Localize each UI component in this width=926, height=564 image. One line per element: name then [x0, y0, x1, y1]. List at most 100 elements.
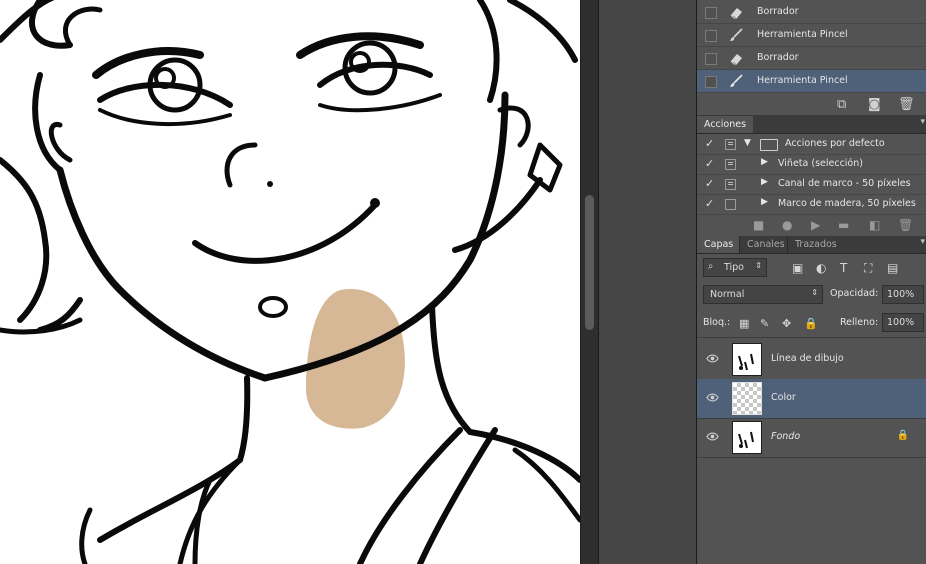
- dialog-toggle-icon[interactable]: [725, 159, 736, 170]
- check-icon[interactable]: ✓: [705, 197, 714, 210]
- visibility-eye-icon[interactable]: [706, 352, 719, 365]
- brush-icon: [730, 28, 743, 41]
- lock-position-icon[interactable]: ✥: [782, 317, 791, 330]
- workspace-gap: [598, 0, 696, 564]
- trash-icon[interactable]: 🗑: [898, 97, 915, 112]
- panels-dock: Borrador Herramienta Pincel Borrador Her…: [696, 0, 926, 564]
- visibility-eye-icon[interactable]: [706, 430, 719, 443]
- stepper-arrows-icon: ⇕: [811, 288, 818, 297]
- opacity-value: 100%: [887, 289, 915, 300]
- layer-thumbnail: [732, 382, 762, 415]
- new-document-from-state-icon[interactable]: ⧉: [837, 97, 846, 112]
- skin-color-fill: [306, 288, 405, 429]
- tab-capas[interactable]: Capas: [697, 236, 741, 253]
- history-snapshot-checkbox[interactable]: [705, 7, 717, 19]
- check-icon[interactable]: ✓: [705, 157, 714, 170]
- history-item[interactable]: Herramienta Pincel: [697, 24, 926, 47]
- play-icon[interactable]: ▶: [811, 218, 820, 232]
- drawing-illustration: [0, 0, 580, 564]
- visibility-eye-icon[interactable]: [706, 391, 719, 404]
- smart-object-filter-icon[interactable]: ▤: [887, 261, 898, 275]
- action-label: Canal de marco - 50 píxeles: [778, 178, 911, 189]
- fill-input[interactable]: 100%: [882, 313, 924, 332]
- lock-image-pixels-icon[interactable]: ✎: [760, 317, 769, 330]
- trash-icon[interactable]: 🗑: [898, 218, 913, 232]
- folder-icon: [760, 139, 778, 151]
- lock-transparent-pixels-icon[interactable]: ▦: [739, 317, 749, 330]
- blend-mode-select[interactable]: Normal ⇕: [703, 285, 823, 304]
- history-item[interactable]: Borrador: [697, 47, 926, 70]
- history-item[interactable]: Borrador: [697, 1, 926, 24]
- layer-thumbnail: [732, 421, 762, 454]
- lock-label: Bloq.:: [703, 317, 731, 328]
- layers-list: Línea de dibujo Color Fondo 🔒: [697, 337, 926, 458]
- history-item-label: Borrador: [757, 52, 799, 63]
- dialog-toggle-icon[interactable]: [725, 179, 736, 190]
- tab-trazados[interactable]: Trazados: [787, 236, 844, 253]
- eraser-icon: [730, 8, 742, 19]
- fill-label: Relleno:: [840, 317, 879, 328]
- history-footer: ⧉ ◙ 🗑: [697, 93, 926, 116]
- filter-kind-value: Tipo: [724, 262, 744, 273]
- lock-all-icon[interactable]: 🔒: [804, 317, 818, 330]
- action-row[interactable]: ✓ ▶ Canal de marco - 50 píxeles: [697, 174, 926, 195]
- type-layer-filter-icon[interactable]: T: [840, 261, 847, 275]
- actions-panel-header: Acciones ▾: [697, 116, 926, 134]
- camera-snapshot-icon[interactable]: ◙: [868, 97, 881, 112]
- check-icon[interactable]: ✓: [705, 137, 714, 150]
- tab-canales[interactable]: Canales: [739, 236, 792, 253]
- history-item-label: Herramienta Pincel: [757, 75, 848, 86]
- expand-triangle-icon[interactable]: ▼: [744, 138, 751, 148]
- action-row[interactable]: ✓ ▶ Viñeta (selección): [697, 154, 926, 175]
- search-icon: ⌕: [708, 261, 714, 272]
- pixel-layer-filter-icon[interactable]: ▣: [792, 261, 803, 275]
- eraser-icon: [730, 54, 742, 65]
- new-action-icon[interactable]: ◧: [869, 218, 880, 232]
- scrollbar-thumb[interactable]: [585, 195, 594, 330]
- layer-thumbnail: [732, 343, 762, 376]
- check-icon[interactable]: ✓: [705, 177, 714, 190]
- history-snapshot-checkbox[interactable]: [705, 76, 717, 88]
- layer-row[interactable]: Fondo 🔒: [697, 418, 926, 458]
- fill-value: 100%: [887, 317, 915, 328]
- action-label: Marco de madera, 50 píxeles: [778, 198, 916, 209]
- action-label: Viñeta (selección): [778, 158, 863, 169]
- layers-panel-header: Capas Canales Trazados ▾: [697, 236, 926, 254]
- panel-menu-icon[interactable]: ▾: [920, 117, 925, 127]
- layer-name: Color: [771, 392, 796, 403]
- layer-lock-icon: 🔒: [896, 430, 909, 441]
- opacity-input[interactable]: 100%: [882, 285, 924, 304]
- actions-footer: ■ ● ▶ ▬ ◧ 🗑: [697, 214, 926, 236]
- history-item-current[interactable]: Herramienta Pincel: [697, 70, 926, 93]
- layer-name: Fondo: [771, 431, 801, 442]
- brush-icon: [730, 74, 743, 87]
- document-canvas[interactable]: [0, 0, 580, 564]
- action-row[interactable]: ✓ ▶ Marco de madera, 50 píxeles: [697, 194, 926, 215]
- record-icon[interactable]: ●: [782, 218, 792, 232]
- opacity-label: Opacidad:: [830, 288, 879, 299]
- action-set-row[interactable]: ✓ ▼ Acciones por defecto: [697, 134, 926, 155]
- stepper-arrows-icon: ⇕: [755, 261, 762, 270]
- history-item-label: Borrador: [757, 6, 799, 17]
- tab-acciones[interactable]: Acciones: [697, 116, 754, 133]
- collapsed-triangle-icon[interactable]: ▶: [761, 197, 768, 207]
- history-item-label: Herramienta Pincel: [757, 29, 848, 40]
- shape-layer-filter-icon[interactable]: ⛶: [864, 261, 872, 276]
- panel-menu-icon[interactable]: ▾: [920, 237, 925, 247]
- action-label: Acciones por defecto: [785, 138, 885, 149]
- blend-mode-value: Normal: [710, 289, 745, 300]
- layer-row[interactable]: Línea de dibujo: [697, 340, 926, 380]
- layer-name: Línea de dibujo: [771, 353, 844, 364]
- layer-filter-kind-select[interactable]: ⌕ Tipo ⇕: [703, 258, 767, 277]
- layer-row-selected[interactable]: Color: [697, 379, 926, 419]
- collapsed-triangle-icon[interactable]: ▶: [761, 177, 768, 187]
- dialog-toggle-icon[interactable]: [725, 199, 736, 210]
- adjustment-layer-filter-icon[interactable]: ◐: [816, 261, 826, 275]
- collapsed-triangle-icon[interactable]: ▶: [761, 157, 768, 167]
- history-snapshot-checkbox[interactable]: [705, 30, 717, 42]
- dialog-toggle-icon[interactable]: [725, 139, 736, 150]
- new-set-folder-icon[interactable]: ▬: [838, 218, 849, 232]
- vertical-scrollbar[interactable]: [580, 0, 598, 564]
- history-snapshot-checkbox[interactable]: [705, 53, 717, 65]
- stop-icon[interactable]: ■: [753, 218, 764, 232]
